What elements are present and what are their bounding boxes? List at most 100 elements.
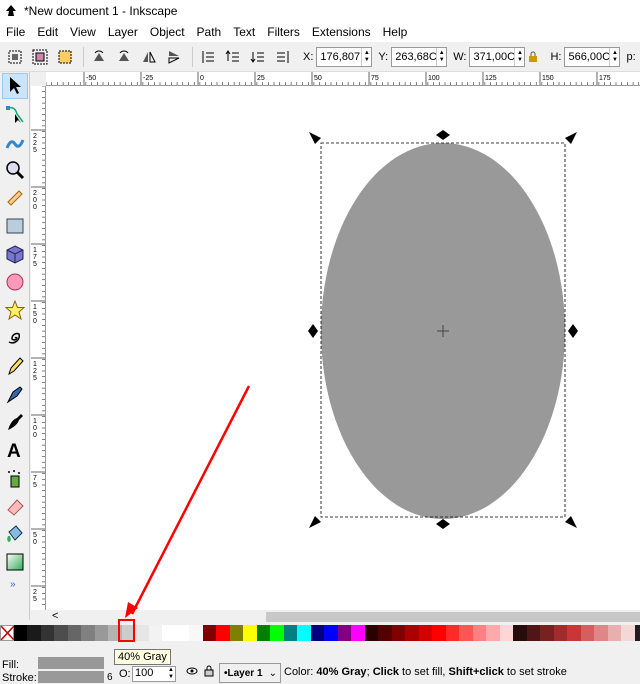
spiral-tool[interactable] <box>2 325 28 351</box>
paint-bucket-tool[interactable] <box>2 521 28 547</box>
drawing-canvas[interactable] <box>46 86 640 610</box>
scroll-left-arrow[interactable]: < <box>52 610 58 622</box>
3d-box-tool[interactable] <box>2 241 28 267</box>
text-tool[interactable]: A <box>2 437 28 463</box>
color-swatch[interactable] <box>526 625 540 641</box>
scroll-thumb[interactable] <box>266 612 640 622</box>
color-swatch[interactable] <box>351 625 365 641</box>
color-swatch[interactable] <box>108 625 122 641</box>
pencil-tool[interactable] <box>2 353 28 379</box>
color-swatch[interactable] <box>499 625 513 641</box>
color-swatch[interactable] <box>432 625 446 641</box>
layer-selector[interactable]: •Layer 1 ⌄ <box>219 663 281 683</box>
deselect-button[interactable] <box>54 46 76 68</box>
layer-lock-icon[interactable] <box>204 665 214 677</box>
color-swatch[interactable] <box>40 625 54 641</box>
opacity-field[interactable]: 100 ▲ ▼ <box>132 666 176 682</box>
color-swatch[interactable] <box>459 625 473 641</box>
palette-scrollbar[interactable] <box>0 641 640 651</box>
pen-tool[interactable] <box>2 381 28 407</box>
color-swatch[interactable] <box>634 625 640 641</box>
color-swatch[interactable] <box>216 625 230 641</box>
calligraphy-tool[interactable] <box>2 409 28 435</box>
color-swatch[interactable] <box>27 625 41 641</box>
no-paint-swatch[interactable] <box>0 625 15 641</box>
menu-path[interactable]: Path <box>191 25 228 39</box>
color-swatch[interactable] <box>445 625 459 641</box>
color-swatch[interactable] <box>553 625 567 641</box>
horizontal-scrollbar[interactable]: < <box>46 610 640 624</box>
ellipse-tool[interactable] <box>2 269 28 295</box>
color-swatch[interactable] <box>162 625 176 641</box>
lower-to-bottom-button[interactable] <box>272 46 294 68</box>
eraser-tool[interactable] <box>2 493 28 519</box>
stroke-width-value[interactable]: 6 <box>107 672 113 683</box>
color-swatch[interactable] <box>13 625 27 641</box>
color-swatch[interactable] <box>378 625 392 641</box>
stroke-indicator[interactable] <box>38 671 104 683</box>
scale-handle-bottom[interactable] <box>436 519 450 529</box>
h-spinner[interactable]: ▲ ▼ <box>609 47 619 66</box>
color-swatch[interactable] <box>391 625 405 641</box>
color-swatch[interactable] <box>594 625 608 641</box>
color-swatch[interactable] <box>513 625 527 641</box>
menu-object[interactable]: Object <box>144 25 191 39</box>
rotate-ccw-button[interactable] <box>88 46 110 68</box>
scale-handle-left[interactable] <box>308 324 318 338</box>
scale-handle-bottom-left[interactable] <box>309 516 321 528</box>
color-swatch[interactable] <box>202 625 216 641</box>
color-swatch[interactable] <box>418 625 432 641</box>
rotate-cw-button[interactable] <box>113 46 135 68</box>
x-field[interactable]: 176,807 ▲ ▼ <box>316 46 373 67</box>
y-field[interactable]: 263,68C ▲ ▼ <box>391 46 448 67</box>
menu-file[interactable]: File <box>0 25 31 39</box>
zoom-tool[interactable] <box>2 157 28 183</box>
w-field[interactable]: 371,00C ▲ ▼ <box>469 46 526 67</box>
color-swatch[interactable] <box>175 625 189 641</box>
color-swatch[interactable] <box>540 625 554 641</box>
color-swatch[interactable] <box>121 625 135 641</box>
color-swatch[interactable] <box>94 625 108 641</box>
h-field[interactable]: 566,00C ▲ ▼ <box>564 46 621 67</box>
fill-indicator[interactable] <box>38 657 104 669</box>
color-swatch[interactable] <box>54 625 68 641</box>
gradient-tool[interactable] <box>2 549 28 575</box>
color-swatch[interactable] <box>621 625 635 641</box>
color-swatch[interactable] <box>229 625 243 641</box>
star-tool[interactable] <box>2 297 28 323</box>
color-swatch[interactable] <box>67 625 81 641</box>
color-swatch[interactable] <box>297 625 311 641</box>
color-swatch[interactable] <box>270 625 284 641</box>
spray-tool[interactable] <box>2 465 28 491</box>
color-swatch[interactable] <box>567 625 581 641</box>
w-spinner[interactable]: ▲ ▼ <box>514 47 524 66</box>
color-swatch[interactable] <box>81 625 95 641</box>
scale-handle-top-left[interactable] <box>309 132 321 144</box>
color-swatch[interactable] <box>486 625 500 641</box>
menu-filters[interactable]: Filters <box>261 25 306 39</box>
raise-button[interactable] <box>222 46 244 68</box>
color-swatch[interactable] <box>189 625 203 641</box>
x-spinner[interactable]: ▲ ▼ <box>361 47 371 66</box>
y-spinner[interactable]: ▲ ▼ <box>436 47 446 66</box>
select-tool[interactable] <box>2 73 28 99</box>
color-swatch[interactable] <box>135 625 149 641</box>
tweak-tool[interactable] <box>2 129 28 155</box>
menu-help[interactable]: Help <box>377 25 414 39</box>
node-tool[interactable] <box>2 101 28 127</box>
scale-handle-bottom-right[interactable] <box>565 516 577 528</box>
flip-vertical-button[interactable] <box>163 46 185 68</box>
color-swatch[interactable] <box>472 625 486 641</box>
color-swatch[interactable] <box>310 625 324 641</box>
layer-visibility-icon[interactable] <box>186 665 198 677</box>
color-swatch[interactable] <box>607 625 621 641</box>
select-all-button[interactable] <box>4 46 26 68</box>
color-swatch[interactable] <box>364 625 378 641</box>
menu-text[interactable]: Text <box>227 25 261 39</box>
flip-horizontal-button[interactable] <box>138 46 160 68</box>
color-swatch[interactable] <box>580 625 594 641</box>
toolbox-overflow[interactable]: » <box>0 579 29 590</box>
menu-extensions[interactable]: Extensions <box>306 25 377 39</box>
scale-handle-top[interactable] <box>436 130 450 140</box>
measure-tool[interactable] <box>2 185 28 211</box>
